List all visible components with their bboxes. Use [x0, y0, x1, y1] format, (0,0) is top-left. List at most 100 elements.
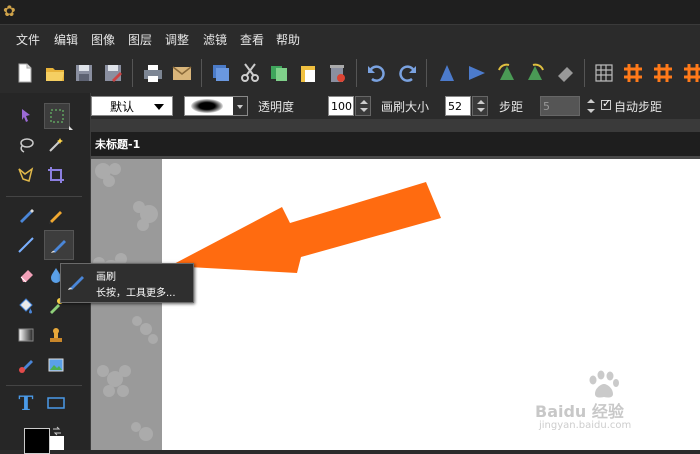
rotate-right-icon[interactable]: [524, 62, 546, 84]
menu-filter[interactable]: 滤镜: [203, 31, 227, 48]
save-icon[interactable]: [73, 62, 95, 84]
menu-layer[interactable]: 图层: [128, 31, 152, 48]
cut-icon[interactable]: [239, 62, 261, 84]
brush-tool[interactable]: [44, 230, 74, 260]
flip-horizontal-icon[interactable]: [466, 62, 488, 84]
redo-icon[interactable]: [396, 62, 418, 84]
move-tool[interactable]: [14, 103, 38, 127]
brush-size-stepper[interactable]: [472, 96, 488, 116]
picture-tool[interactable]: [44, 353, 68, 377]
watermark-url: jingyan.baidu.com: [539, 420, 632, 431]
brush-tip-icon: [191, 99, 223, 113]
gradient-tool[interactable]: [14, 323, 38, 347]
tools-divider: [6, 385, 82, 386]
polygon-lasso-icon: [18, 167, 34, 182]
checkmark-icon: ✓: [602, 97, 612, 110]
pen-tool[interactable]: [14, 203, 38, 227]
menu-view[interactable]: 查看: [240, 31, 264, 48]
stamp-tool[interactable]: [44, 323, 68, 347]
color-replace-tool[interactable]: [14, 353, 38, 377]
lasso-tool[interactable]: [14, 133, 38, 157]
copy-layer-icon[interactable]: [210, 62, 232, 84]
new-file-icon[interactable]: [14, 62, 36, 84]
fill-tool[interactable]: [14, 293, 38, 317]
tool-tooltip: 画刷 长按，工具更多...: [60, 263, 194, 303]
brush-icon: [68, 276, 84, 290]
magic-wand-icon: [49, 138, 63, 152]
text-tool[interactable]: T: [14, 391, 38, 415]
document-tab-bar: 未标题-1: [91, 132, 700, 159]
menu-bar: 文件 编辑 图像 图层 调整 滤镜 查看 帮助: [0, 25, 700, 53]
gradient-icon: [18, 328, 34, 342]
app-logo-icon: ✿: [3, 2, 16, 20]
preset-select[interactable]: 默认: [91, 96, 173, 116]
paint-bucket-icon: [19, 298, 33, 314]
snap-grid-icon-2[interactable]: [652, 62, 674, 84]
email-icon[interactable]: [171, 62, 193, 84]
menu-adjust[interactable]: 调整: [165, 31, 189, 48]
brush-size-label: 画刷大小: [381, 100, 430, 114]
pencil-icon: [49, 211, 62, 224]
tool-options-bar: 默认 透明度 100 画刷大小 52 步距 5 ✓ 自动步距: [90, 93, 700, 119]
menu-image[interactable]: 图像: [91, 31, 115, 48]
picture-icon: [48, 358, 64, 372]
save-as-icon[interactable]: [102, 62, 124, 84]
pen-icon: [20, 209, 34, 223]
shape-tool[interactable]: [44, 391, 68, 415]
lasso-icon: [20, 138, 34, 153]
swap-colors-icon[interactable]: [52, 426, 62, 436]
paste-icon[interactable]: [297, 62, 319, 84]
move-cursor-icon: [22, 109, 30, 122]
pencil-tool[interactable]: [44, 203, 68, 227]
stamp-icon: [50, 328, 62, 342]
toolbar-divider: [132, 59, 133, 87]
tooltip-description: 长按，工具更多...: [96, 288, 176, 299]
menu-help[interactable]: 帮助: [276, 31, 300, 48]
eraser-icon: [20, 270, 33, 283]
rect-select-tool[interactable]: [44, 103, 73, 130]
paw-logo-icon: [589, 370, 619, 398]
copy-icon[interactable]: [268, 62, 290, 84]
step-stepper[interactable]: [583, 96, 599, 116]
undo-icon[interactable]: [366, 62, 388, 84]
delete-icon[interactable]: [326, 62, 348, 84]
brush-size-input[interactable]: 52: [445, 96, 471, 116]
rotate-icon[interactable]: [554, 62, 576, 84]
step-label: 步距: [499, 100, 524, 114]
preset-value: 默认: [110, 100, 135, 114]
snap-grid-icon-3[interactable]: [682, 62, 700, 84]
opacity-stepper[interactable]: [355, 96, 371, 116]
opacity-input[interactable]: 100: [328, 96, 354, 116]
menu-file[interactable]: 文件: [16, 31, 40, 48]
crop-tool[interactable]: [44, 163, 68, 187]
foreground-color-swatch[interactable]: [24, 428, 50, 454]
main-toolbar: [0, 53, 700, 94]
opacity-label: 透明度: [258, 100, 295, 114]
magic-wand-tool[interactable]: [44, 133, 68, 157]
menu-edit[interactable]: 编辑: [54, 31, 78, 48]
snap-grid-icon[interactable]: [622, 62, 644, 84]
line-icon: [18, 237, 34, 253]
toolbar-divider: [356, 59, 357, 87]
auto-step-label: 自动步距: [614, 100, 663, 114]
document-tab[interactable]: 未标题-1: [95, 136, 140, 152]
step-input[interactable]: 5: [540, 96, 580, 116]
toolbar-divider: [426, 59, 427, 87]
eraser-tool[interactable]: [14, 263, 38, 287]
auto-step-checkbox[interactable]: ✓: [601, 97, 612, 110]
print-icon[interactable]: [142, 62, 164, 84]
brush-shape-select[interactable]: [184, 96, 248, 116]
flip-vertical-icon[interactable]: [436, 62, 458, 84]
rectangle-shape-icon: [47, 397, 65, 409]
open-folder-icon[interactable]: [44, 62, 66, 84]
polygon-lasso-tool[interactable]: [14, 163, 38, 187]
background-color-swatch[interactable]: [50, 436, 64, 450]
chevron-down-icon: [154, 104, 164, 110]
canvas-background-pattern: [91, 159, 162, 450]
rotate-left-icon[interactable]: [496, 62, 518, 84]
grid-icon[interactable]: [593, 62, 615, 84]
color-replace-icon: [19, 360, 33, 373]
crop-icon: [48, 167, 64, 183]
line-tool[interactable]: [14, 233, 38, 257]
watermark-text: Baidu 经验: [535, 402, 624, 421]
